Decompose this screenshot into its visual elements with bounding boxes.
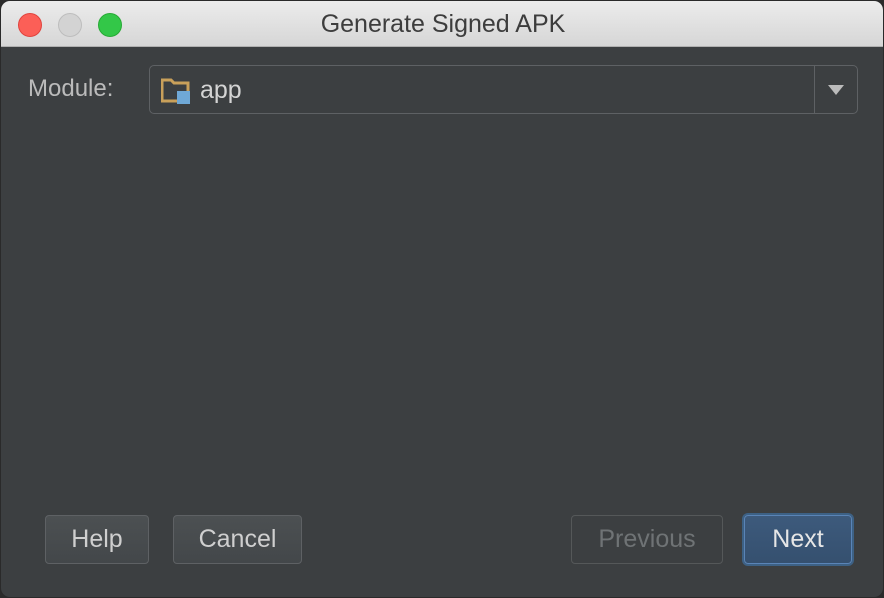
window-title: Generate Signed APK [320, 10, 566, 38]
help-button[interactable]: Help [45, 515, 149, 564]
module-selected-value: app [200, 76, 242, 104]
module-label: Module: [28, 75, 114, 102]
module-folder-icon [160, 77, 191, 105]
module-combobox[interactable]: app [149, 65, 858, 114]
cancel-button[interactable]: Cancel [173, 515, 302, 564]
chevron-down-icon [828, 85, 844, 95]
previous-button[interactable]: Previous [571, 515, 723, 564]
combobox-dropdown-button[interactable] [815, 66, 857, 113]
title-bar[interactable]: Generate Signed APK [1, 1, 883, 47]
generate-signed-apk-dialog: Generate Signed APK Module: app Help Can… [0, 0, 884, 598]
next-button[interactable]: Next [744, 515, 852, 564]
